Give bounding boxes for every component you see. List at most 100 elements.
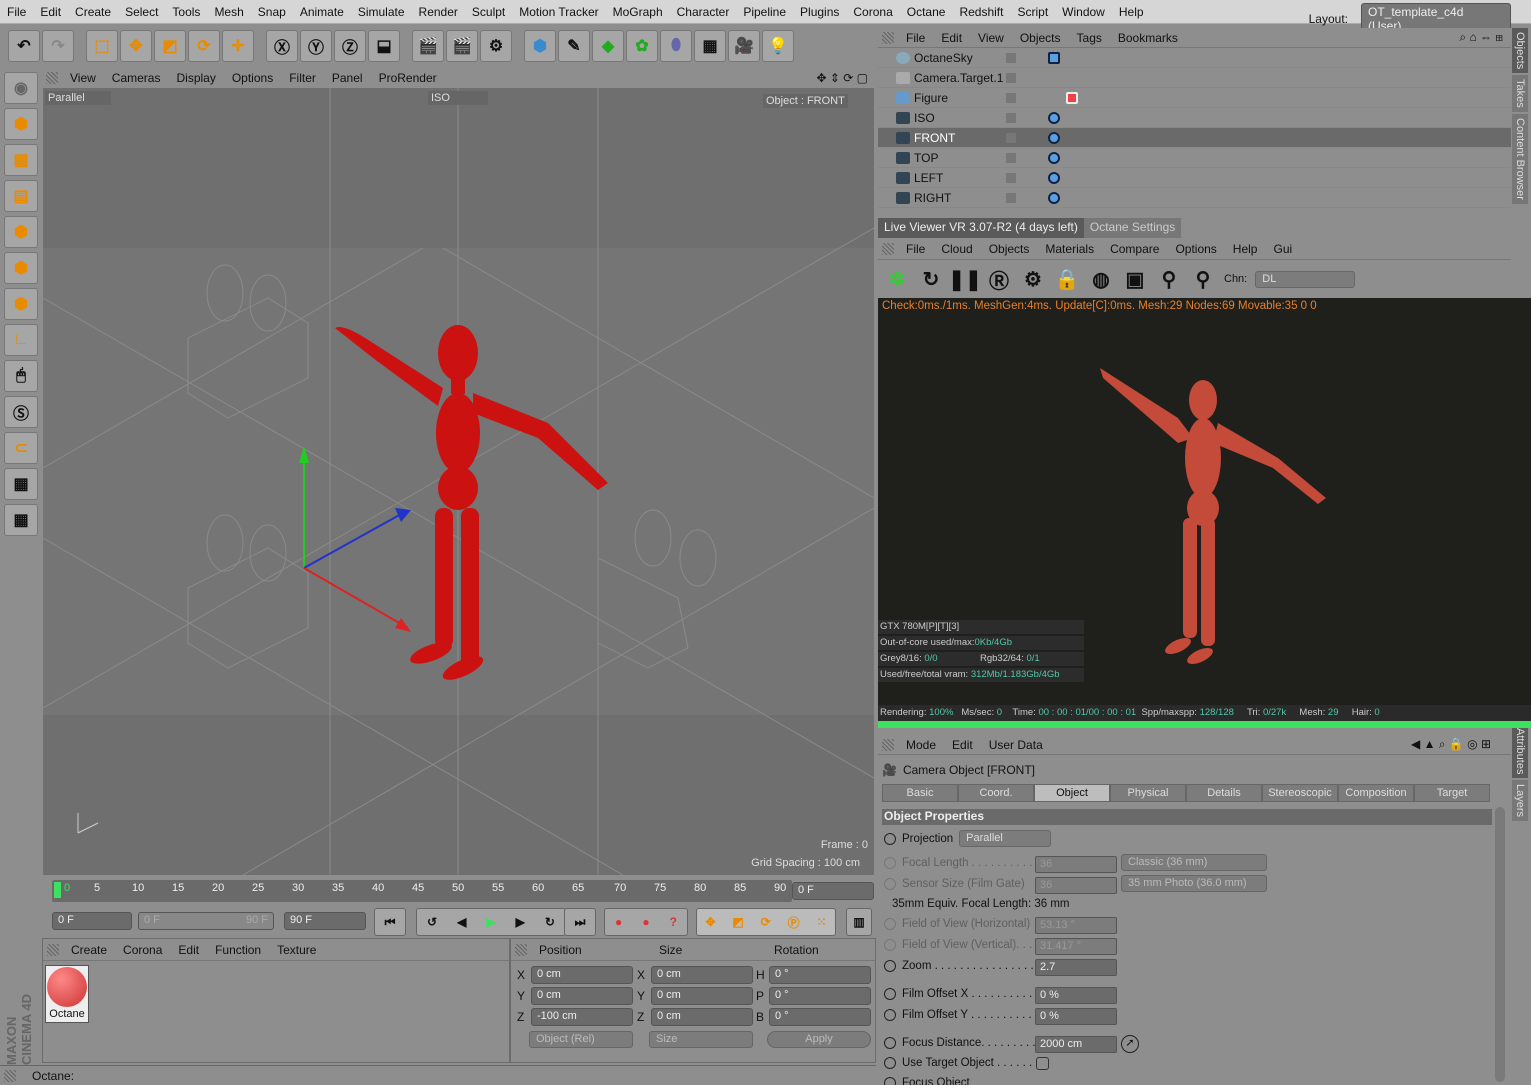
material-ball-icon[interactable]: ◍	[1088, 266, 1114, 292]
film-offset-y-field[interactable]: 0 %	[1035, 1008, 1117, 1025]
animate-radio[interactable]	[884, 960, 896, 972]
ov-menu-help[interactable]: Help	[1225, 242, 1266, 256]
app-menu-sculpt[interactable]: Sculpt	[465, 5, 512, 19]
focal-preset-dropdown[interactable]: Classic (36 mm)	[1121, 854, 1267, 871]
focus-picker-icon[interactable]: ⚲	[1156, 266, 1182, 292]
workplane-lock-icon[interactable]: ▦	[4, 468, 38, 500]
ov-menu-cloud[interactable]: Cloud	[933, 242, 980, 256]
render-picture-viewer-icon[interactable]: 🎬	[446, 30, 478, 62]
workplane-grid-icon[interactable]: ▦	[4, 504, 38, 536]
size-x-field[interactable]: 0 cm	[651, 966, 753, 984]
camera-tag-icon[interactable]	[1048, 151, 1060, 164]
rotation-b-field[interactable]: 0 °	[769, 1008, 871, 1026]
render-view-icon[interactable]: 🎬	[412, 30, 444, 62]
settings-icon[interactable]: ⚙	[1020, 266, 1046, 292]
edges-mode-icon[interactable]: ⬢	[4, 252, 38, 284]
record-icon[interactable]: ●	[615, 915, 622, 929]
x-axis-icon[interactable]: Ⓧ	[266, 30, 298, 62]
animate-radio[interactable]	[884, 1009, 896, 1021]
app-menu-help[interactable]: Help	[1112, 5, 1151, 19]
deformer-icon[interactable]: ⬮	[660, 30, 692, 62]
magnet-icon[interactable]: ⊂	[4, 432, 38, 464]
tab-object[interactable]: Object	[1034, 784, 1110, 802]
visibility-toggle[interactable]	[1006, 192, 1016, 203]
octane-tag-icon[interactable]	[1048, 51, 1060, 64]
app-menu-animate[interactable]: Animate	[293, 5, 351, 19]
render-area[interactable]: Check:0ms./1ms. MeshGen:4ms. Update[C]:0…	[878, 298, 1531, 705]
coordinate-system-icon[interactable]: ⬓	[368, 30, 400, 62]
use-target-checkbox[interactable]	[1036, 1057, 1049, 1070]
visibility-toggle[interactable]	[1006, 152, 1016, 163]
undo-icon[interactable]: ↶	[8, 30, 40, 62]
focal-length-field[interactable]: 36	[1035, 856, 1117, 873]
attr-menu-edit[interactable]: Edit	[944, 738, 981, 752]
ov-menu-compare[interactable]: Compare	[1102, 242, 1167, 256]
tab-layers[interactable]: Layers	[1512, 780, 1528, 822]
key-scale-icon[interactable]: ◩	[732, 915, 743, 929]
move-icon[interactable]: ✥	[120, 30, 152, 62]
redo-icon[interactable]: ↷	[42, 30, 74, 62]
rotation-p-field[interactable]: 0 °	[769, 987, 871, 1005]
scale-icon[interactable]: ◩	[154, 30, 186, 62]
app-menu-snap[interactable]: Snap	[251, 5, 293, 19]
camera-tag-icon[interactable]	[1048, 131, 1060, 144]
light-icon[interactable]: 💡	[762, 30, 794, 62]
position-z-field[interactable]: -100 cm	[531, 1008, 633, 1026]
grip-icon[interactable]	[882, 31, 894, 44]
tweak-mode-icon[interactable]: 🖱	[4, 360, 38, 392]
app-menu-select[interactable]: Select	[118, 5, 165, 19]
visibility-toggle[interactable]	[1006, 72, 1016, 83]
lock-icon[interactable]: 🔒	[1054, 266, 1080, 292]
go-to-end-button[interactable]: ⏭	[564, 908, 596, 936]
app-menu-octane[interactable]: Octane	[900, 5, 953, 19]
animate-radio[interactable]	[884, 832, 896, 845]
ov-menu-file[interactable]: File	[898, 242, 933, 256]
app-menu-file[interactable]: File	[0, 5, 33, 19]
app-menu-mograph[interactable]: MoGraph	[606, 5, 670, 19]
fov-vertical-field[interactable]: 31.417 °	[1035, 938, 1117, 955]
app-menu-window[interactable]: Window	[1055, 5, 1112, 19]
prev-key-icon[interactable]: ↺	[427, 915, 437, 929]
app-menu-corona[interactable]: Corona	[846, 5, 899, 19]
timeline-ruler[interactable]: 0 5 10 15 20 25 30 35 40 45 50 55 60 65 70 75 80 85 90	[52, 880, 792, 902]
size-z-field[interactable]: 0 cm	[651, 1008, 753, 1026]
tab-attributes[interactable]: Attributes	[1512, 723, 1528, 779]
viewport-clip-icon[interactable]: ▣	[1122, 266, 1148, 292]
z-axis-icon[interactable]: Ⓩ	[334, 30, 366, 62]
sensor-size-field[interactable]: 36	[1035, 877, 1117, 894]
tab-stereoscopic[interactable]: Stereoscopic	[1262, 784, 1338, 802]
om-menu-file[interactable]: File	[898, 31, 933, 45]
pause-icon[interactable]: ❚❚	[948, 266, 982, 292]
rotate-icon[interactable]: ⟳	[188, 30, 220, 62]
app-menu-mesh[interactable]: Mesh	[207, 5, 250, 19]
animate-radio[interactable]	[884, 1077, 896, 1085]
coord-mode-dropdown[interactable]: Object (Rel)	[529, 1031, 633, 1048]
start-frame-field[interactable]: 0 F	[52, 912, 132, 930]
ov-menu-materials[interactable]: Materials	[1037, 242, 1102, 256]
animate-radio[interactable]	[884, 857, 896, 869]
object-row[interactable]: Figure	[878, 88, 1511, 108]
mat-menu-function[interactable]: Function	[207, 943, 269, 957]
vp-menu-view[interactable]: View	[62, 71, 104, 85]
focus-picker-icon[interactable]: ➚	[1121, 1035, 1139, 1053]
tab-basic[interactable]: Basic	[882, 784, 958, 802]
app-menu-plugins[interactable]: Plugins	[793, 5, 846, 19]
position-y-field[interactable]: 0 cm	[531, 987, 633, 1005]
tab-physical[interactable]: Physical	[1110, 784, 1186, 802]
animate-radio[interactable]	[884, 878, 896, 890]
timeline-window-icon[interactable]: ▥	[846, 908, 872, 936]
viewport[interactable]: Parallel ISO Object : FRONT Frame : 0 Gr…	[43, 88, 874, 875]
vp-menu-cameras[interactable]: Cameras	[104, 71, 169, 85]
tab-takes[interactable]: Takes	[1512, 75, 1528, 113]
tab-objects[interactable]: Objects	[1512, 28, 1528, 74]
mograph-cloner-icon[interactable]: ✿	[626, 30, 658, 62]
vp-menu-filter[interactable]: Filter	[281, 71, 324, 85]
grip-icon[interactable]	[515, 943, 527, 956]
material-tag-icon[interactable]	[1066, 91, 1078, 104]
position-x-field[interactable]: 0 cm	[531, 966, 633, 984]
end-frame-field[interactable]: 90 F	[284, 912, 366, 930]
playhead[interactable]	[54, 882, 61, 898]
camera-tag-icon[interactable]	[1048, 111, 1060, 124]
snap-icon[interactable]: Ⓢ	[4, 396, 38, 428]
focus-distance-field[interactable]: 2000 cm	[1035, 1036, 1117, 1053]
